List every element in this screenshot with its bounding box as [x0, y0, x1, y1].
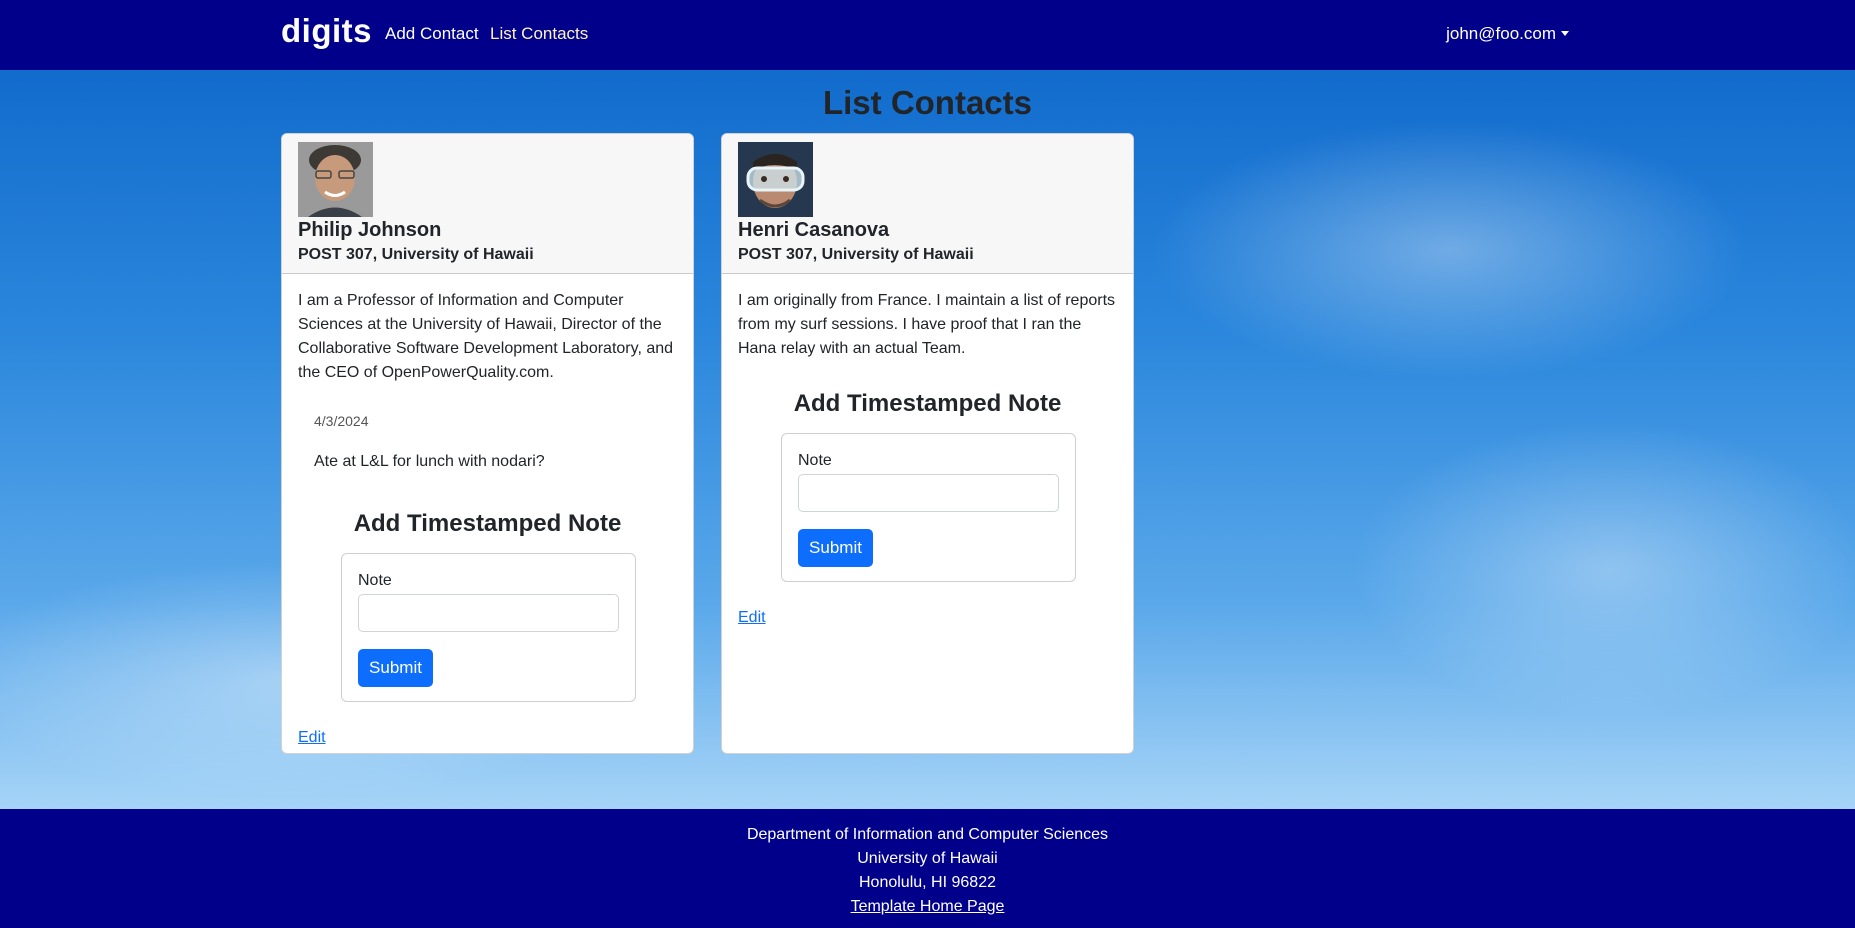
page-title: List Contacts	[822, 84, 1033, 121]
contact-name: Philip Johnson	[298, 219, 442, 241]
note-label: Note	[798, 452, 832, 469]
brand-logo[interactable]: digits	[281, 12, 372, 50]
nav-list-contacts[interactable]: List Contacts	[490, 24, 588, 44]
user-email: john@foo.com	[1446, 24, 1556, 43]
note-text: Ate at L&L for lunch with nodari?	[314, 453, 545, 470]
add-note-title: Add Timestamped Note	[353, 510, 622, 537]
contact-address: POST 307, University of Hawaii	[738, 246, 974, 263]
card-header: Henri Casanova POST 307, University of H…	[722, 134, 1133, 274]
sky-cloud	[1350, 420, 1855, 720]
note-label: Note	[358, 572, 392, 589]
sky-cloud	[1150, 120, 1750, 380]
note-date: 4/3/2024	[314, 413, 369, 429]
submit-button[interactable]: Submit	[358, 649, 433, 687]
add-note-form: Note Submit	[781, 433, 1076, 582]
contact-card: Henri Casanova POST 307, University of H…	[721, 133, 1134, 754]
contact-name: Henri Casanova	[738, 219, 890, 241]
submit-button[interactable]: Submit	[798, 529, 873, 567]
edit-link[interactable]: Edit	[298, 729, 326, 747]
contact-card: Philip Johnson POST 307, University of H…	[281, 133, 694, 754]
footer-university: University of Hawaii	[857, 850, 998, 867]
card-header: Philip Johnson POST 307, University of H…	[282, 134, 693, 274]
template-home-link[interactable]: Template Home Page	[851, 898, 1005, 915]
avatar	[298, 142, 373, 217]
user-dropdown[interactable]: john@foo.com	[1446, 24, 1569, 44]
note-input[interactable]	[358, 594, 619, 632]
contact-address: POST 307, University of Hawaii	[298, 246, 534, 263]
footer-address: Honolulu, HI 96822	[859, 874, 996, 891]
contact-description: I am a Professor of Information and Comp…	[298, 292, 674, 381]
footer-department: Department of Information and Computer S…	[746, 826, 1109, 843]
top-navbar: digits Add Contact List Contacts john@fo…	[0, 0, 1855, 70]
avatar	[738, 142, 813, 217]
edit-link[interactable]: Edit	[738, 609, 766, 627]
add-note-form: Note Submit	[341, 553, 636, 702]
add-note-title: Add Timestamped Note	[793, 390, 1062, 417]
note-input[interactable]	[798, 474, 1059, 512]
footer: Department of Information and Computer S…	[0, 809, 1855, 928]
nav-add-contact[interactable]: Add Contact	[385, 24, 479, 44]
contact-description: I am originally from France. I maintain …	[738, 292, 1116, 357]
chevron-down-icon	[1561, 31, 1569, 36]
